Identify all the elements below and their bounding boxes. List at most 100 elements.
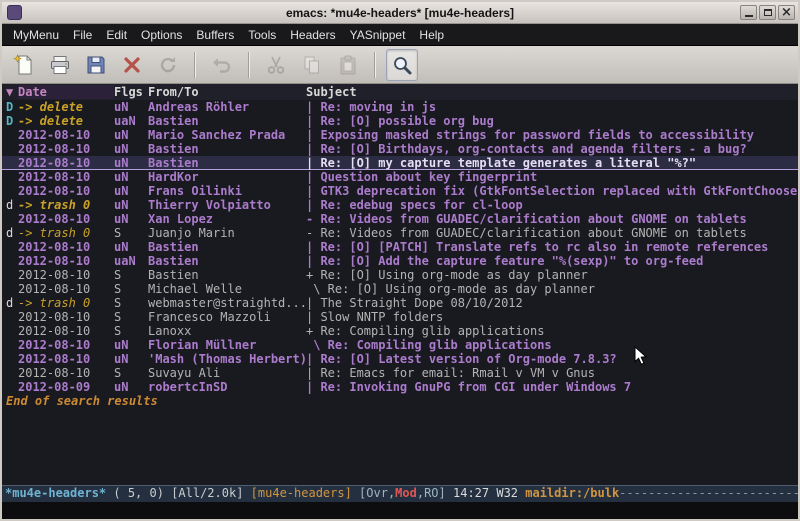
undo-button [206, 49, 238, 81]
new-file-icon [13, 54, 35, 76]
cut-button [260, 49, 292, 81]
modeline-major-mode[interactable]: [mu4e-headers] [251, 486, 359, 500]
message-date: 2012-08-10 [18, 268, 114, 282]
message-subject: | Slow NNTP folders [306, 310, 798, 324]
message-row[interactable]: 2012-08-10SFrancesco Mazzoli| Slow NNTP … [2, 310, 798, 324]
toolbar [2, 46, 798, 84]
close-button[interactable]: × [778, 5, 795, 20]
message-mark [6, 366, 18, 380]
message-from: HardKor [148, 170, 306, 184]
message-subject: | Re: [O] Latest version of Org-mode 7.8… [306, 352, 798, 366]
modeline-maildir: maildir:/bulk [525, 486, 619, 500]
maximize-button[interactable] [759, 5, 776, 20]
message-row[interactable]: 2012-08-09uNrobertcInSD| Re: Invoking Gn… [2, 380, 798, 394]
menu-item-options[interactable]: Options [134, 25, 189, 45]
message-row[interactable]: d-> trash 0SJuanjo Marin- Re: Videos fro… [2, 226, 798, 240]
minimize-button[interactable] [740, 5, 757, 20]
message-row[interactable]: 2012-08-10uNXan Lopez- Re: Videos from G… [2, 212, 798, 226]
message-date: 2012-08-09 [18, 380, 114, 394]
message-row[interactable]: 2012-08-10uNFlorian Müllner \ Re: Compil… [2, 338, 798, 352]
message-row[interactable]: 2012-08-10uNBastien| Re: [O] Birthdays, … [2, 142, 798, 156]
toolbar-separator [194, 52, 196, 78]
message-row[interactable]: 2012-08-10uNBastien| Re: [O] [PATCH] Tra… [2, 240, 798, 254]
paste-button [332, 49, 364, 81]
message-subject: - Re: Videos from GUADEC/clarification a… [306, 226, 798, 240]
column-header-subject[interactable]: Subject [306, 85, 798, 99]
message-from: Bastien [148, 142, 306, 156]
message-from: Bastien [148, 268, 306, 282]
message-subject: \ Re: [O] Using org-mode as day planner [306, 282, 798, 296]
message-row[interactable]: 2012-08-10uNBastien| Re: [O] my capture … [2, 156, 798, 170]
message-row[interactable]: 2012-08-10SBastien+ Re: [O] Using org-mo… [2, 268, 798, 282]
menu-item-yasnippet[interactable]: YASnippet [343, 25, 413, 45]
menu-item-file[interactable]: File [66, 25, 99, 45]
message-date: 2012-08-10 [18, 324, 114, 338]
message-mark [6, 128, 18, 142]
message-mark [6, 310, 18, 324]
modeline-buffer-name[interactable]: *mu4e-headers* [5, 486, 106, 500]
save-button[interactable] [80, 49, 112, 81]
message-flags: uaN [114, 114, 148, 128]
message-row[interactable]: 2012-08-10uNHardKor| Question about key … [2, 170, 798, 184]
modeline-time: 14:27 [446, 486, 497, 500]
message-date: 2012-08-10 [18, 310, 114, 324]
new-file-button[interactable] [8, 49, 40, 81]
menu-item-edit[interactable]: Edit [99, 25, 134, 45]
message-row[interactable]: 2012-08-10uN'Mash (Thomas Herbert)| Re: … [2, 352, 798, 366]
column-header-flags[interactable]: Flgs [114, 85, 148, 99]
message-row[interactable]: 2012-08-10SMichael Welle \ Re: [O] Using… [2, 282, 798, 296]
column-header-from[interactable]: From/To [148, 85, 306, 99]
menu-item-buffers[interactable]: Buffers [189, 25, 241, 45]
menu-bar: MyMenuFileEditOptionsBuffersToolsHeaders… [2, 24, 798, 46]
message-flags: S [114, 268, 148, 282]
save-icon [85, 54, 107, 76]
close-button[interactable] [116, 49, 148, 81]
message-from: Suvayu Ali [148, 366, 306, 380]
echo-area[interactable] [2, 502, 798, 519]
minimize-icon [745, 15, 753, 17]
message-row[interactable]: d-> trash 0uNThierry Volpiatto| Re: edeb… [2, 198, 798, 212]
message-date: 2012-08-10 [18, 282, 114, 296]
title-bar[interactable]: emacs: *mu4e-headers* [mu4e-headers] × [2, 2, 798, 24]
modeline-filler: ----------------------------------------… [619, 486, 798, 500]
message-row[interactable]: d-> trash 0Swebmaster@straightd...| The … [2, 296, 798, 310]
message-row[interactable]: 2012-08-10uNFrans Oilinki| GTK3 deprecat… [2, 184, 798, 198]
message-row[interactable]: D-> deleteuNAndreas Röhler| Re: moving i… [2, 100, 798, 114]
menu-item-help[interactable]: Help [412, 25, 451, 45]
modeline-modified-flag: Mod [395, 486, 417, 500]
menu-item-tools[interactable]: Tools [241, 25, 283, 45]
message-mark [6, 282, 18, 296]
buffer[interactable]: ▼ Date Flgs From/To Subject D-> deleteuN… [2, 84, 798, 485]
message-row[interactable]: 2012-08-10uNMario Sanchez Prada| Exposin… [2, 128, 798, 142]
print-button[interactable] [44, 49, 76, 81]
menu-item-mymenu[interactable]: MyMenu [6, 25, 66, 45]
message-from: Mario Sanchez Prada [148, 128, 306, 142]
toolbar-separator [374, 52, 376, 78]
message-subject: \ Re: Compiling glib applications [306, 338, 798, 352]
message-flags: uN [114, 338, 148, 352]
revert-button [152, 49, 184, 81]
message-mark [6, 254, 18, 268]
message-from: Lanoxx [148, 324, 306, 338]
message-row[interactable]: 2012-08-10SSuvayu Ali| Re: Emacs for ema… [2, 366, 798, 380]
message-mark [6, 352, 18, 366]
message-subject: | Re: [O] Birthdays, org-contacts and ag… [306, 142, 798, 156]
message-subject: | Re: [O] possible org bug [306, 114, 798, 128]
close-icon: × [781, 6, 792, 19]
message-from: Thierry Volpiatto [148, 198, 306, 212]
message-from: robertcInSD [148, 380, 306, 394]
modeline-flags-open: [Ovr, [359, 486, 395, 500]
search-button[interactable] [386, 49, 418, 81]
column-header-date[interactable]: Date [18, 85, 114, 99]
message-from: Bastien [148, 156, 306, 170]
menu-item-headers[interactable]: Headers [283, 25, 342, 45]
message-date: 2012-08-10 [18, 212, 114, 226]
message-date: 2012-08-10 [18, 240, 114, 254]
message-from: Bastien [148, 114, 306, 128]
message-date: 2012-08-10 [18, 142, 114, 156]
message-row[interactable]: 2012-08-10uaNBastien| Re: [O] Add the ca… [2, 254, 798, 268]
message-subject: + Re: [O] Using org-mode as day planner [306, 268, 798, 282]
maximize-icon [764, 9, 772, 16]
message-row[interactable]: D-> deleteuaNBastien| Re: [O] possible o… [2, 114, 798, 128]
message-row[interactable]: 2012-08-10SLanoxx+ Re: Compiling glib ap… [2, 324, 798, 338]
